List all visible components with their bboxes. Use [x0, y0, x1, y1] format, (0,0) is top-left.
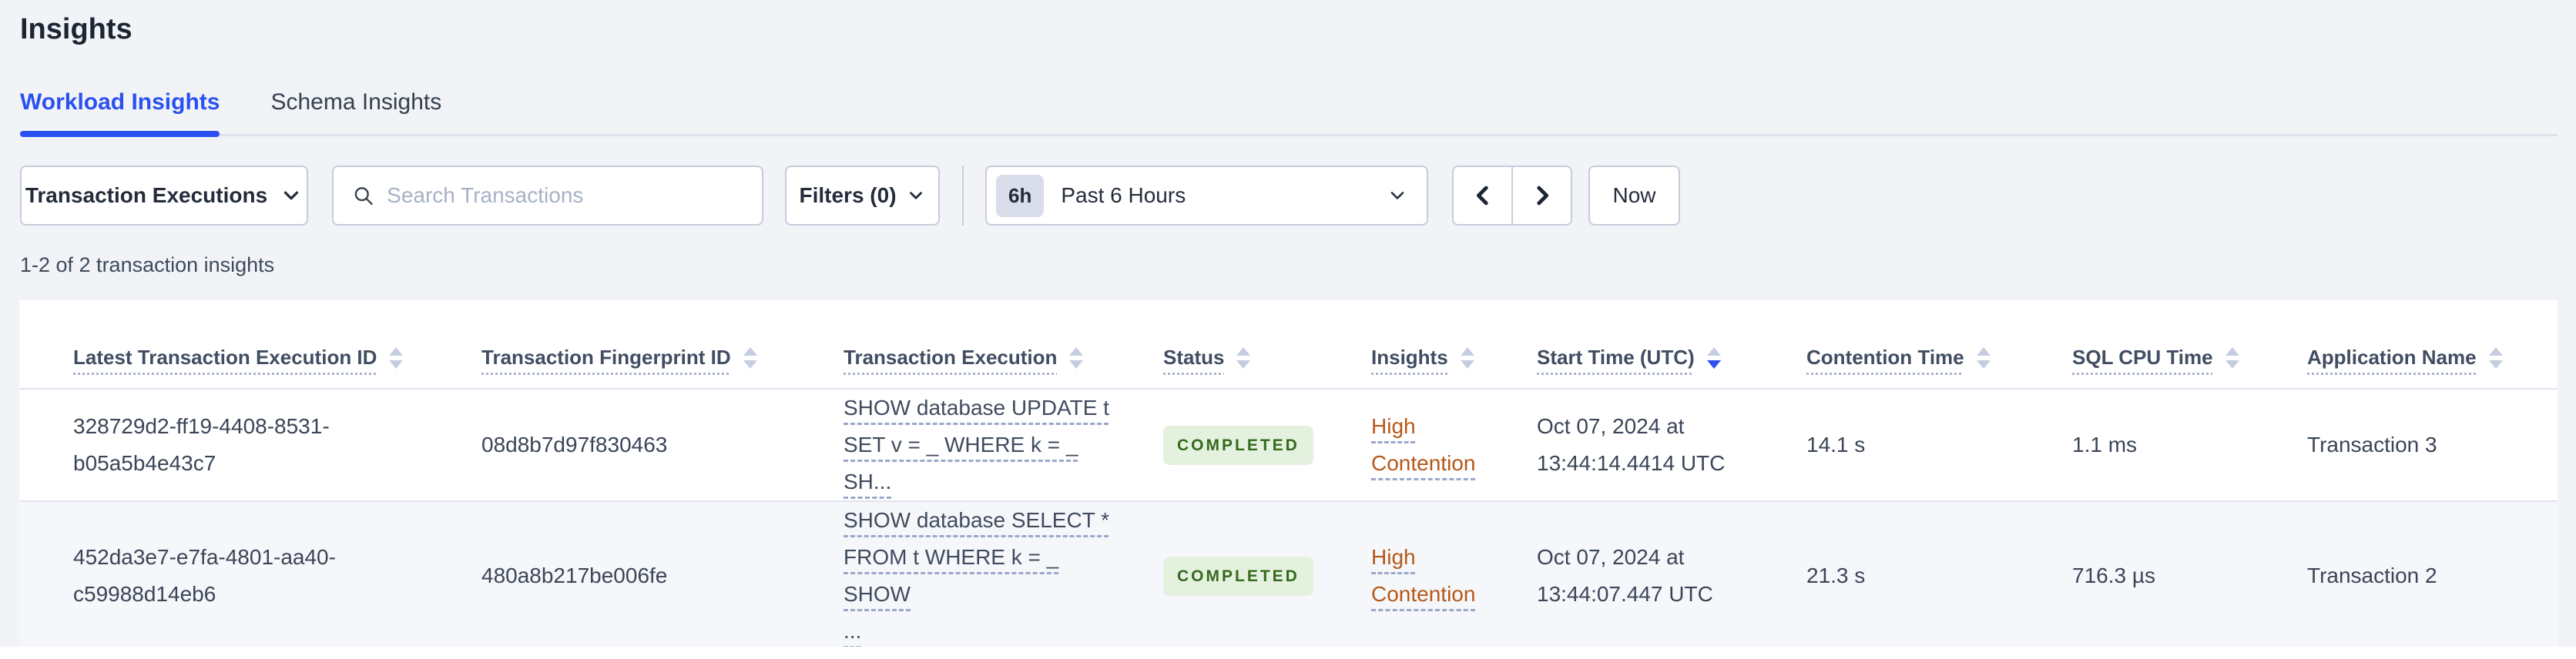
insights-table-card: Latest Transaction Execution ID Transact… [19, 300, 2558, 653]
column-header-sql-cpu-time[interactable]: SQL CPU Time [2049, 300, 2284, 390]
active-tab-indicator [20, 131, 220, 137]
sort-icon [2488, 346, 2503, 369]
page-title: Insights [20, 13, 132, 45]
now-button[interactable]: Now [1588, 166, 1680, 226]
time-range-dropdown[interactable]: 6h Past 6 Hours [985, 166, 1428, 226]
table-row: 328729d2-ff19-4408-8531- b05a5b4e43c7 08… [19, 389, 2558, 501]
tab-schema-insights-label: Schema Insights [270, 89, 442, 115]
bottom-strip [0, 647, 2576, 659]
cell-contention-time: 14.1 s [1806, 433, 1866, 457]
sort-icon [1069, 346, 1084, 369]
time-range-pager [1452, 166, 1572, 226]
now-button-label: Now [1612, 183, 1656, 207]
chevron-down-icon [909, 192, 922, 199]
insights-page: Insights Workload Insights Schema Insigh… [0, 0, 2576, 653]
search-icon [354, 187, 373, 206]
sort-icon [1976, 346, 1991, 369]
tab-workload-insights[interactable]: Workload Insights [20, 88, 220, 137]
sort-icon [1460, 346, 1474, 369]
search-input[interactable] [387, 183, 743, 208]
cell-start-time: Oct 07, 2024 at 13:44:14.4414 UTC [1537, 414, 1726, 475]
filters-button[interactable]: Filters (0) [785, 166, 940, 226]
execution-type-dropdown-label: Transaction Executions [25, 183, 268, 207]
cell-sql-cpu-time: 1.1 ms [2072, 433, 2138, 457]
sort-icon [743, 346, 757, 369]
column-header-application-name[interactable]: Application Name [2284, 300, 2558, 390]
cell-contention-time: 21.3 s [1783, 500, 2049, 651]
transaction-insights-table: Latest Transaction Execution ID Transact… [19, 300, 2558, 653]
table-header-row: Latest Transaction Execution ID Transact… [19, 300, 2558, 390]
cell-application-name: Transaction 2 [2284, 500, 2558, 651]
cell-fingerprint-id: 08d8b7d97f830463 [481, 433, 668, 457]
time-range-label: Past 6 Hours [1061, 183, 1186, 207]
transaction-execution-link[interactable]: SHOW database SELECT * FROM t WHERE k = … [844, 508, 1109, 643]
results-summary: 1-2 of 2 transaction insights [20, 253, 275, 276]
toolbar-divider [962, 166, 964, 226]
sort-icon [389, 346, 404, 369]
column-header-contention-time[interactable]: Contention Time [1783, 300, 2049, 390]
tab-schema-insights[interactable]: Schema Insights [270, 88, 441, 134]
cell-execution-id: 328729d2-ff19-4408-8531- b05a5b4e43c7 [73, 414, 330, 475]
tab-workload-insights-label: Workload Insights [20, 89, 220, 115]
time-range-badge: 6h [996, 174, 1045, 217]
filters-button-label: Filters (0) [799, 183, 897, 207]
column-header-status[interactable]: Status [1140, 300, 1348, 390]
sort-icon [2225, 346, 2239, 369]
sort-icon [1236, 346, 1251, 369]
cell-application-name: Transaction 3 [2307, 433, 2437, 457]
search-box [332, 166, 763, 226]
cell-sql-cpu-time: 716.3 µs [2049, 500, 2284, 651]
cell-start-time: Oct 07, 2024 at 13:44:07.447 UTC [1514, 500, 1783, 651]
sort-icon [1706, 346, 1721, 369]
table-row: 452da3e7-e7fa-4801-aa40- c59988d14eb6 48… [19, 500, 2558, 651]
chevron-left-icon [1476, 186, 1488, 206]
cell-execution-id: 452da3e7-e7fa-4801-aa40- c59988d14eb6 [19, 500, 458, 651]
column-header-start-time[interactable]: Start Time (UTC) [1514, 300, 1783, 390]
transaction-execution-link[interactable]: SHOW database UPDATE t SET v = _ WHERE k… [844, 396, 1109, 493]
insight-high-contention-link[interactable]: High Contention [1371, 414, 1475, 475]
cell-fingerprint-id: 480a8b217be006fe [458, 500, 820, 651]
chevron-right-icon [1536, 186, 1548, 206]
status-badge: COMPLETED [1163, 426, 1313, 465]
time-range-prev-button[interactable] [1452, 166, 1512, 226]
time-range-next-button[interactable] [1512, 166, 1572, 226]
toolbar: Transaction Executions Filters (0) 6h Pa… [20, 166, 2558, 226]
column-header-transaction-execution[interactable]: Transaction Execution [820, 300, 1140, 390]
chevron-down-icon [1390, 192, 1404, 199]
insight-high-contention-link[interactable]: High Contention [1371, 545, 1475, 606]
column-header-insights[interactable]: Insights [1348, 300, 1514, 390]
column-header-latest-transaction-execution-id[interactable]: Latest Transaction Execution ID [19, 300, 458, 390]
chevron-down-icon [284, 191, 299, 200]
column-header-transaction-fingerprint-id[interactable]: Transaction Fingerprint ID [458, 300, 820, 390]
tab-bar: Workload Insights Schema Insights [20, 88, 2558, 137]
status-badge: COMPLETED [1163, 557, 1313, 597]
execution-type-dropdown[interactable]: Transaction Executions [20, 166, 308, 226]
